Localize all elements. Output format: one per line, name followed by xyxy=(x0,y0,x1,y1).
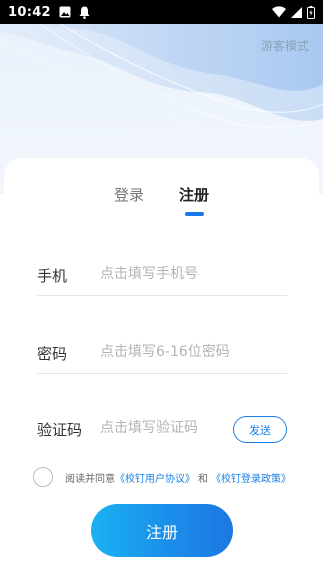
tab-active-indicator xyxy=(185,212,204,216)
user-agreement-link[interactable]: 《校钉用户协议》 xyxy=(115,470,195,485)
send-code-button[interactable]: 发送 xyxy=(233,416,287,443)
password-field: 密码 xyxy=(37,334,287,374)
gallery-icon xyxy=(59,6,71,18)
tab-login[interactable]: 登录 xyxy=(114,184,144,205)
status-time: 10:42 xyxy=(8,4,51,20)
phone-input[interactable] xyxy=(100,260,285,288)
password-label: 密码 xyxy=(37,345,68,363)
signal-icon xyxy=(291,6,302,18)
agreement-row: 阅读并同意 《校钉用户协议》 和 《校钉登录政策》 xyxy=(33,466,291,488)
phone-label: 手机 xyxy=(37,267,68,285)
password-input[interactable] xyxy=(100,338,285,366)
phone-field: 手机 xyxy=(37,256,287,296)
verification-code-input[interactable] xyxy=(100,414,232,442)
status-bar: 10:42 xyxy=(0,0,323,24)
verification-code-label: 验证码 xyxy=(37,421,83,439)
battery-icon xyxy=(307,5,315,19)
guest-mode-link[interactable]: 游客模式 xyxy=(261,37,309,54)
auth-tabs: 登录 注册 xyxy=(0,184,323,216)
wifi-icon xyxy=(272,6,286,18)
login-policy-link[interactable]: 《校钉登录政策》 xyxy=(211,470,291,485)
agree-checkbox[interactable] xyxy=(33,467,53,487)
agreement-and: 和 xyxy=(198,473,208,485)
register-button[interactable]: 注册 xyxy=(91,504,233,557)
agreement-prefix: 阅读并同意 xyxy=(65,473,115,485)
notification-icon xyxy=(79,6,90,19)
tab-register[interactable]: 注册 xyxy=(179,184,209,205)
